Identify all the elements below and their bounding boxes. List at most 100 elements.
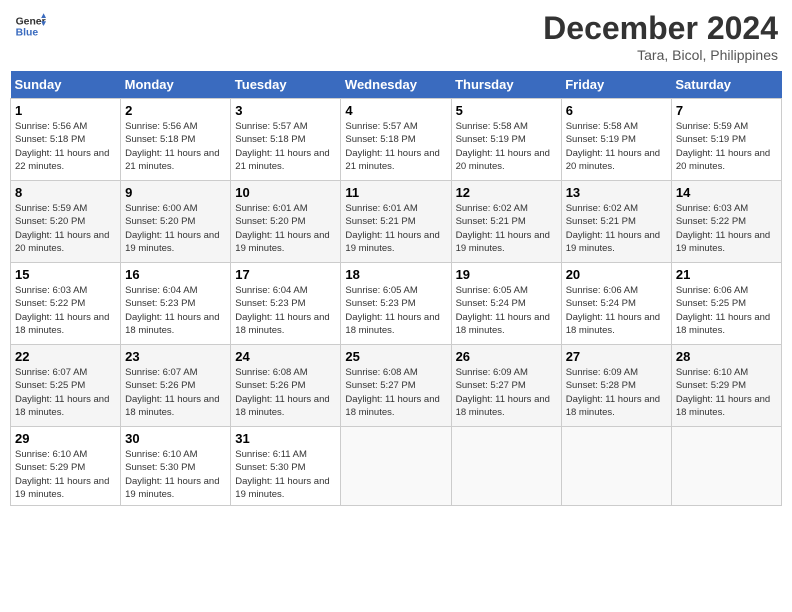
calendar-day-cell: 21 Sunrise: 6:06 AMSunset: 5:25 PMDaylig… bbox=[671, 263, 781, 345]
weekday-header-friday: Friday bbox=[561, 71, 671, 99]
day-info: Sunrise: 6:04 AMSunset: 5:23 PMDaylight:… bbox=[125, 285, 219, 336]
calendar-week-row: 15 Sunrise: 6:03 AMSunset: 5:22 PMDaylig… bbox=[11, 263, 782, 345]
day-info: Sunrise: 6:07 AMSunset: 5:26 PMDaylight:… bbox=[125, 367, 219, 418]
day-info: Sunrise: 6:08 AMSunset: 5:26 PMDaylight:… bbox=[235, 367, 329, 418]
weekday-header-thursday: Thursday bbox=[451, 71, 561, 99]
calendar-day-cell: 12 Sunrise: 6:02 AMSunset: 5:21 PMDaylig… bbox=[451, 181, 561, 263]
day-info: Sunrise: 6:05 AMSunset: 5:24 PMDaylight:… bbox=[456, 285, 550, 336]
calendar-day-cell: 11 Sunrise: 6:01 AMSunset: 5:21 PMDaylig… bbox=[341, 181, 451, 263]
calendar-day-cell: 3 Sunrise: 5:57 AMSunset: 5:18 PMDayligh… bbox=[231, 99, 341, 181]
calendar-day-cell: 10 Sunrise: 6:01 AMSunset: 5:20 PMDaylig… bbox=[231, 181, 341, 263]
calendar-day-cell: 4 Sunrise: 5:57 AMSunset: 5:18 PMDayligh… bbox=[341, 99, 451, 181]
calendar-day-cell: 18 Sunrise: 6:05 AMSunset: 5:23 PMDaylig… bbox=[341, 263, 451, 345]
day-info: Sunrise: 6:09 AMSunset: 5:28 PMDaylight:… bbox=[566, 367, 660, 418]
weekday-header-tuesday: Tuesday bbox=[231, 71, 341, 99]
day-number: 30 bbox=[125, 431, 226, 446]
calendar-day-cell: 14 Sunrise: 6:03 AMSunset: 5:22 PMDaylig… bbox=[671, 181, 781, 263]
calendar-week-row: 29 Sunrise: 6:10 AMSunset: 5:29 PMDaylig… bbox=[11, 427, 782, 506]
calendar-day-cell bbox=[561, 427, 671, 506]
day-number: 17 bbox=[235, 267, 336, 282]
day-info: Sunrise: 6:07 AMSunset: 5:25 PMDaylight:… bbox=[15, 367, 109, 418]
svg-text:General: General bbox=[16, 16, 46, 27]
title-block: December 2024 Tara, Bicol, Philippines bbox=[543, 10, 778, 63]
calendar-day-cell: 31 Sunrise: 6:11 AMSunset: 5:30 PMDaylig… bbox=[231, 427, 341, 506]
day-number: 6 bbox=[566, 103, 667, 118]
day-number: 2 bbox=[125, 103, 226, 118]
calendar-day-cell: 1 Sunrise: 5:56 AMSunset: 5:18 PMDayligh… bbox=[11, 99, 121, 181]
day-info: Sunrise: 6:06 AMSunset: 5:24 PMDaylight:… bbox=[566, 285, 660, 336]
day-info: Sunrise: 5:56 AMSunset: 5:18 PMDaylight:… bbox=[125, 121, 219, 172]
day-number: 8 bbox=[15, 185, 116, 200]
calendar-day-cell bbox=[671, 427, 781, 506]
day-info: Sunrise: 5:57 AMSunset: 5:18 PMDaylight:… bbox=[345, 121, 439, 172]
logo: General Blue bbox=[14, 10, 46, 42]
calendar-day-cell: 19 Sunrise: 6:05 AMSunset: 5:24 PMDaylig… bbox=[451, 263, 561, 345]
day-number: 20 bbox=[566, 267, 667, 282]
weekday-header-sunday: Sunday bbox=[11, 71, 121, 99]
calendar-day-cell bbox=[341, 427, 451, 506]
day-info: Sunrise: 6:03 AMSunset: 5:22 PMDaylight:… bbox=[676, 203, 770, 254]
day-number: 28 bbox=[676, 349, 777, 364]
calendar-day-cell: 15 Sunrise: 6:03 AMSunset: 5:22 PMDaylig… bbox=[11, 263, 121, 345]
day-info: Sunrise: 6:10 AMSunset: 5:29 PMDaylight:… bbox=[15, 449, 109, 500]
day-info: Sunrise: 6:02 AMSunset: 5:21 PMDaylight:… bbox=[566, 203, 660, 254]
day-info: Sunrise: 6:06 AMSunset: 5:25 PMDaylight:… bbox=[676, 285, 770, 336]
calendar-day-cell: 8 Sunrise: 5:59 AMSunset: 5:20 PMDayligh… bbox=[11, 181, 121, 263]
calendar-day-cell bbox=[451, 427, 561, 506]
calendar-day-cell: 16 Sunrise: 6:04 AMSunset: 5:23 PMDaylig… bbox=[121, 263, 231, 345]
day-info: Sunrise: 6:02 AMSunset: 5:21 PMDaylight:… bbox=[456, 203, 550, 254]
day-number: 15 bbox=[15, 267, 116, 282]
day-info: Sunrise: 6:00 AMSunset: 5:20 PMDaylight:… bbox=[125, 203, 219, 254]
calendar-day-cell: 6 Sunrise: 5:58 AMSunset: 5:19 PMDayligh… bbox=[561, 99, 671, 181]
calendar-day-cell: 22 Sunrise: 6:07 AMSunset: 5:25 PMDaylig… bbox=[11, 345, 121, 427]
day-number: 4 bbox=[345, 103, 446, 118]
day-number: 22 bbox=[15, 349, 116, 364]
day-info: Sunrise: 6:03 AMSunset: 5:22 PMDaylight:… bbox=[15, 285, 109, 336]
calendar-day-cell: 7 Sunrise: 5:59 AMSunset: 5:19 PMDayligh… bbox=[671, 99, 781, 181]
day-number: 31 bbox=[235, 431, 336, 446]
calendar-day-cell: 26 Sunrise: 6:09 AMSunset: 5:27 PMDaylig… bbox=[451, 345, 561, 427]
day-number: 18 bbox=[345, 267, 446, 282]
day-info: Sunrise: 6:01 AMSunset: 5:21 PMDaylight:… bbox=[345, 203, 439, 254]
day-number: 3 bbox=[235, 103, 336, 118]
day-info: Sunrise: 5:56 AMSunset: 5:18 PMDaylight:… bbox=[15, 121, 109, 172]
svg-text:Blue: Blue bbox=[16, 28, 39, 39]
calendar-day-cell: 13 Sunrise: 6:02 AMSunset: 5:21 PMDaylig… bbox=[561, 181, 671, 263]
calendar-day-cell: 20 Sunrise: 6:06 AMSunset: 5:24 PMDaylig… bbox=[561, 263, 671, 345]
day-info: Sunrise: 6:11 AMSunset: 5:30 PMDaylight:… bbox=[235, 449, 329, 500]
day-info: Sunrise: 5:59 AMSunset: 5:19 PMDaylight:… bbox=[676, 121, 770, 172]
calendar-day-cell: 23 Sunrise: 6:07 AMSunset: 5:26 PMDaylig… bbox=[121, 345, 231, 427]
day-number: 13 bbox=[566, 185, 667, 200]
day-info: Sunrise: 6:10 AMSunset: 5:29 PMDaylight:… bbox=[676, 367, 770, 418]
calendar-day-cell: 24 Sunrise: 6:08 AMSunset: 5:26 PMDaylig… bbox=[231, 345, 341, 427]
day-info: Sunrise: 5:58 AMSunset: 5:19 PMDaylight:… bbox=[566, 121, 660, 172]
calendar-day-cell: 2 Sunrise: 5:56 AMSunset: 5:18 PMDayligh… bbox=[121, 99, 231, 181]
location-title: Tara, Bicol, Philippines bbox=[543, 47, 778, 63]
day-number: 23 bbox=[125, 349, 226, 364]
weekday-header-row: SundayMondayTuesdayWednesdayThursdayFrid… bbox=[11, 71, 782, 99]
calendar-week-row: 22 Sunrise: 6:07 AMSunset: 5:25 PMDaylig… bbox=[11, 345, 782, 427]
day-number: 10 bbox=[235, 185, 336, 200]
calendar-day-cell: 29 Sunrise: 6:10 AMSunset: 5:29 PMDaylig… bbox=[11, 427, 121, 506]
day-number: 7 bbox=[676, 103, 777, 118]
day-info: Sunrise: 6:10 AMSunset: 5:30 PMDaylight:… bbox=[125, 449, 219, 500]
month-title: December 2024 bbox=[543, 10, 778, 47]
calendar-week-row: 1 Sunrise: 5:56 AMSunset: 5:18 PMDayligh… bbox=[11, 99, 782, 181]
day-info: Sunrise: 5:59 AMSunset: 5:20 PMDaylight:… bbox=[15, 203, 109, 254]
day-info: Sunrise: 5:57 AMSunset: 5:18 PMDaylight:… bbox=[235, 121, 329, 172]
weekday-header-wednesday: Wednesday bbox=[341, 71, 451, 99]
day-number: 24 bbox=[235, 349, 336, 364]
day-number: 9 bbox=[125, 185, 226, 200]
day-info: Sunrise: 6:09 AMSunset: 5:27 PMDaylight:… bbox=[456, 367, 550, 418]
day-info: Sunrise: 6:08 AMSunset: 5:27 PMDaylight:… bbox=[345, 367, 439, 418]
logo-icon: General Blue bbox=[14, 10, 46, 42]
day-info: Sunrise: 6:05 AMSunset: 5:23 PMDaylight:… bbox=[345, 285, 439, 336]
day-number: 16 bbox=[125, 267, 226, 282]
day-info: Sunrise: 6:04 AMSunset: 5:23 PMDaylight:… bbox=[235, 285, 329, 336]
calendar-day-cell: 25 Sunrise: 6:08 AMSunset: 5:27 PMDaylig… bbox=[341, 345, 451, 427]
weekday-header-monday: Monday bbox=[121, 71, 231, 99]
day-number: 25 bbox=[345, 349, 446, 364]
calendar-week-row: 8 Sunrise: 5:59 AMSunset: 5:20 PMDayligh… bbox=[11, 181, 782, 263]
calendar-day-cell: 27 Sunrise: 6:09 AMSunset: 5:28 PMDaylig… bbox=[561, 345, 671, 427]
calendar-day-cell: 17 Sunrise: 6:04 AMSunset: 5:23 PMDaylig… bbox=[231, 263, 341, 345]
